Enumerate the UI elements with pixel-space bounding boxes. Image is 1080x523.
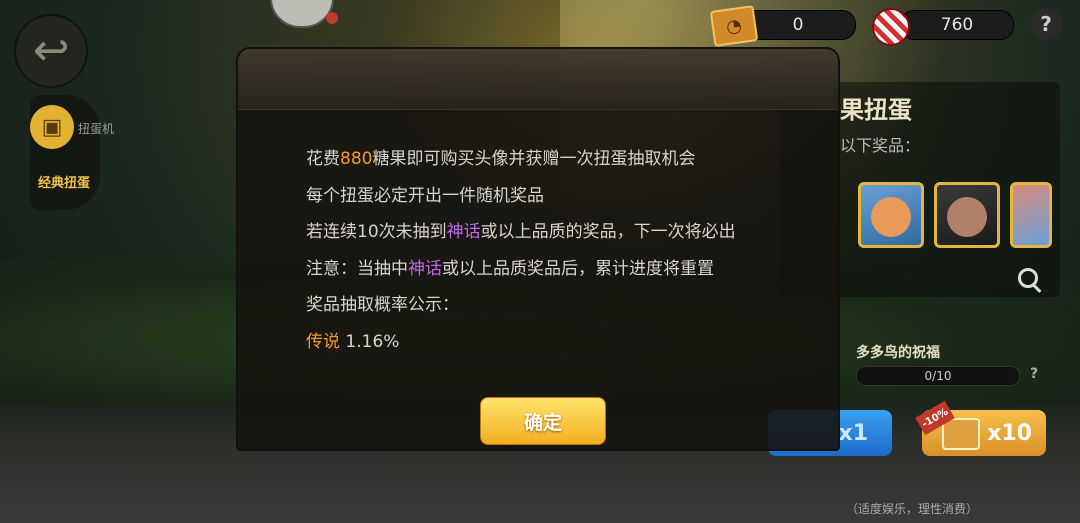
blessing-label: 多多鸟的祝福: [856, 345, 940, 361]
candy-icon: [872, 8, 910, 46]
info-line-pity: 若连续10次未抽到神话或以上品质的奖品，下一次将必出: [306, 222, 736, 242]
ticket-icon: [942, 418, 980, 450]
search-icon[interactable]: [1018, 268, 1044, 294]
prize-item[interactable]: [1010, 182, 1052, 248]
help-button[interactable]: ?: [1030, 8, 1062, 40]
prize-item[interactable]: [934, 182, 1000, 248]
dialog-header: [238, 49, 838, 110]
notification-dot: [326, 12, 338, 24]
confirm-button[interactable]: 确定: [480, 397, 606, 445]
sidebar-item-classic-gacha[interactable]: 经典扭蛋: [38, 172, 90, 191]
info-line-rates-heading: 奖品抽取概率公示：: [306, 295, 459, 315]
sidebar-category-label: 扭蛋机: [78, 122, 115, 136]
info-dialog: 花费880糖果即可购买头像并获赠一次扭蛋抽取机会 每个扭蛋必定开出一件随机奖品 …: [236, 47, 840, 451]
blessing-progress-bar: 0/10: [856, 366, 1020, 386]
blessing-help-button[interactable]: ?: [1030, 366, 1038, 382]
prize-item[interactable]: [858, 182, 924, 248]
back-arrow-icon: ↩: [32, 25, 70, 76]
info-line-rate: 传说 1.16%: [306, 331, 400, 352]
footer-note: （适度娱乐，理性消费）: [846, 502, 979, 516]
info-line-reset: 注意：当抽中神话或以上品质奖品后，累计进度将重置: [306, 258, 714, 279]
info-line-cost: 花费880糖果即可购买头像并获赠一次扭蛋抽取机会: [306, 149, 696, 169]
candy-counter: 760: [900, 10, 1014, 40]
ticket-count: 0: [792, 15, 804, 35]
ticket-icon: ◔: [709, 5, 759, 47]
back-button[interactable]: ↩: [14, 14, 88, 88]
candy-count: 760: [940, 15, 974, 35]
panel-subtitle: 以下奖品：: [840, 136, 921, 155]
gacha-machine-icon[interactable]: ▣: [30, 105, 74, 149]
dialog-body: 花费880糖果即可购买头像并获赠一次扭蛋抽取机会 每个扭蛋必定开出一件随机奖品 …: [306, 141, 826, 360]
progress-text: 0/10: [924, 369, 952, 383]
avatar[interactable]: [270, 0, 338, 28]
info-line-guarantee: 每个扭蛋必定开出一件随机奖品: [306, 185, 544, 206]
x1-label: x1: [838, 420, 869, 446]
x10-label: x10: [987, 420, 1032, 446]
panel-title: 果扭蛋: [840, 96, 912, 124]
